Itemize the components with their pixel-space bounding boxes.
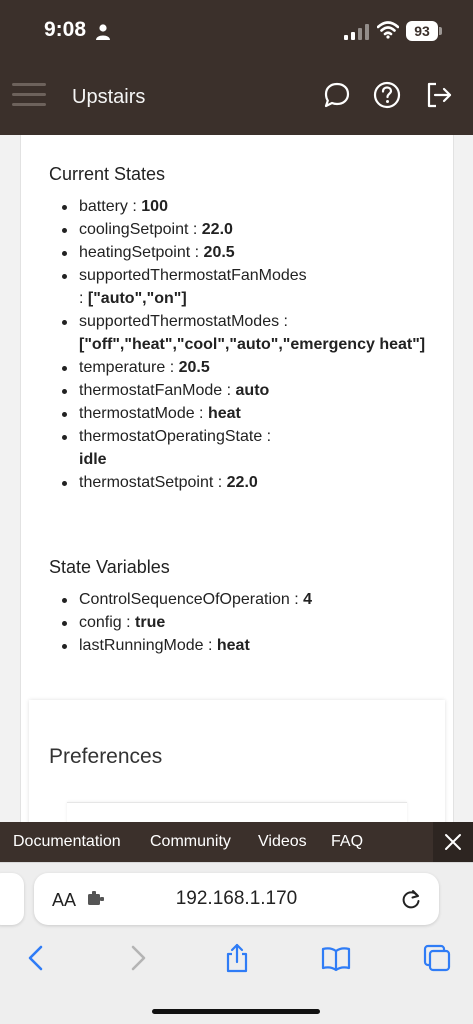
battery-level: 93 bbox=[406, 21, 438, 41]
footer-link-videos[interactable]: Videos bbox=[258, 833, 307, 851]
list-item: thermostatSetpoint : 22.0 bbox=[62, 471, 439, 494]
current-states-list: battery : 100 coolingSetpoint : 22.0 hea… bbox=[62, 195, 439, 494]
preferences-title: Preferences bbox=[49, 745, 163, 768]
browser-toolbar: AA 192.168.1.170 bbox=[0, 862, 473, 1024]
page-title: Upstairs bbox=[72, 86, 146, 108]
footer-close-button[interactable] bbox=[433, 822, 473, 862]
list-item: config : true bbox=[62, 611, 439, 634]
list-item: heatingSetpoint : 20.5 bbox=[62, 241, 439, 264]
list-item: battery : 100 bbox=[62, 195, 439, 218]
home-indicator bbox=[152, 1009, 320, 1014]
list-item: supportedThermostatModes : ["off","heat",… bbox=[62, 310, 439, 356]
logout-icon[interactable] bbox=[424, 80, 454, 110]
battery-icon: 93 bbox=[406, 21, 442, 41]
state-variables-title: State Variables bbox=[49, 557, 170, 577]
list-item: ControlSequenceOfOperation : 4 bbox=[62, 588, 439, 611]
list-item: lastRunningMode : heat bbox=[62, 634, 439, 657]
footer-link-documentation[interactable]: Documentation bbox=[13, 833, 121, 851]
bookmarks-icon[interactable] bbox=[321, 943, 351, 973]
preferences-card: Preferences bbox=[29, 700, 445, 830]
app-header: Upstairs bbox=[0, 60, 473, 135]
list-item: temperature : 20.5 bbox=[62, 356, 439, 379]
back-icon[interactable] bbox=[22, 943, 52, 973]
person-icon bbox=[96, 24, 110, 40]
current-states-title: Current States bbox=[49, 164, 166, 184]
list-item: thermostatMode : heat bbox=[62, 402, 439, 425]
footer-link-faq[interactable]: FAQ bbox=[331, 833, 363, 851]
url-text[interactable]: 192.168.1.170 bbox=[34, 888, 439, 910]
footer-links-bar: Documentation Community Videos FAQ bbox=[0, 822, 473, 862]
share-icon[interactable] bbox=[222, 943, 252, 973]
address-bar[interactable]: AA 192.168.1.170 bbox=[34, 873, 439, 925]
list-item: thermostatOperatingState : idle bbox=[62, 425, 439, 471]
help-icon[interactable] bbox=[372, 80, 402, 110]
device-details-card: Current States battery : 100 coolingSetp… bbox=[20, 135, 454, 830]
state-variables-list: ControlSequenceOfOperation : 4 config : … bbox=[62, 588, 439, 657]
chat-icon[interactable] bbox=[322, 80, 352, 110]
cellular-signal-icon bbox=[344, 24, 369, 40]
list-item: thermostatFanMode : auto bbox=[62, 379, 439, 402]
status-bar: 9:08 93 bbox=[0, 0, 473, 60]
list-item: coolingSetpoint : 22.0 bbox=[62, 218, 439, 241]
close-icon bbox=[445, 834, 461, 850]
previous-tab-preview[interactable] bbox=[0, 873, 24, 925]
list-item: supportedThermostatFanModes: ["auto","on… bbox=[62, 264, 439, 310]
wifi-icon bbox=[377, 21, 399, 39]
reload-icon[interactable] bbox=[400, 888, 422, 910]
status-time: 9:08 bbox=[44, 18, 87, 41]
forward-icon[interactable] bbox=[122, 943, 152, 973]
menu-icon[interactable] bbox=[12, 82, 46, 108]
tabs-icon[interactable] bbox=[422, 943, 452, 973]
footer-link-community[interactable]: Community bbox=[150, 833, 231, 851]
